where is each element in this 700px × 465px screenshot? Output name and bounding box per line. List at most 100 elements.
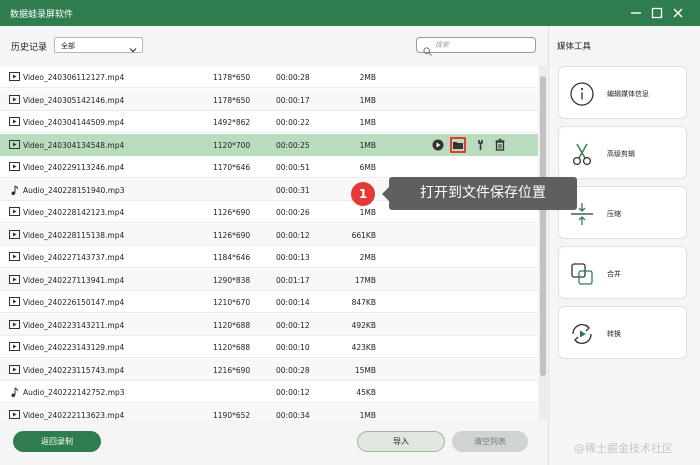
import-button[interactable]: 导入 bbox=[357, 431, 445, 452]
file-duration: 00:00:31 bbox=[276, 185, 310, 195]
file-duration: 00:00:26 bbox=[276, 208, 310, 217]
file-size: 1MB bbox=[359, 118, 376, 127]
file-duration: 00:00:12 bbox=[276, 320, 310, 330]
video-file-icon bbox=[9, 72, 20, 81]
tool-label: 合并 bbox=[607, 270, 621, 278]
file-row[interactable]: Video_240228115138.mp4 1126*690 00:00:12 66… bbox=[0, 223, 538, 246]
close-icon[interactable] bbox=[671, 6, 685, 20]
file-row[interactable]: Video_240304144509.mp4 1492*862 00:00:22 1M… bbox=[0, 111, 538, 133]
file-name: Video_240223115743.mp4 bbox=[23, 365, 125, 375]
file-name: Video_240223143129.mp4 bbox=[23, 343, 125, 352]
back-to-record-button[interactable]: 返回录制 bbox=[13, 431, 101, 452]
tool-advanced-cut[interactable]: 高级剪辑 bbox=[558, 126, 687, 179]
wrench-icon[interactable] bbox=[474, 137, 490, 153]
file-duration: 00:00:13 bbox=[276, 253, 310, 262]
tooltip-arrow bbox=[382, 187, 389, 201]
file-size: 1MB bbox=[359, 410, 376, 420]
file-row-selected[interactable]: Video_240304134548.mp4 1120*700 00:00:25 1M… bbox=[0, 133, 538, 156]
tool-label: 压缩 bbox=[607, 210, 621, 218]
tool-merge[interactable]: 合并 bbox=[558, 246, 687, 299]
scrollbar[interactable] bbox=[539, 66, 547, 420]
file-resolution: 1492*862 bbox=[213, 118, 251, 127]
file-duration: 00:00:28 bbox=[276, 365, 310, 375]
file-size: 6MB bbox=[359, 163, 376, 172]
file-duration: 00:01:17 bbox=[276, 275, 310, 285]
video-file-icon bbox=[9, 409, 20, 419]
search-box[interactable] bbox=[416, 37, 536, 56]
file-duration: 00:00:22 bbox=[276, 118, 310, 127]
file-duration: 00:00:51 bbox=[276, 163, 310, 172]
file-row[interactable]: Video_240305142146.mp4 1178*650 00:00:17 1M… bbox=[0, 88, 538, 111]
tooltip-text: 打开到文件保存位置 bbox=[389, 177, 577, 210]
row-actions bbox=[430, 136, 510, 153]
file-size: 423KB bbox=[351, 343, 376, 352]
file-name: Video_240227143737.mp4 bbox=[23, 253, 125, 262]
file-resolution: 1120*688 bbox=[213, 320, 251, 330]
file-row[interactable]: Video_240223115743.mp4 1216*690 00:00:28 15… bbox=[0, 358, 538, 381]
chevron-down-icon bbox=[128, 40, 138, 53]
file-resolution: 1216*690 bbox=[213, 365, 251, 375]
info-icon bbox=[567, 79, 597, 109]
file-duration: 00:00:14 bbox=[276, 298, 310, 307]
file-size: 1MB bbox=[359, 95, 376, 105]
file-name: Video_240228142123.mp4 bbox=[23, 208, 125, 217]
file-name: Video_240306112127.mp4 bbox=[23, 73, 125, 82]
file-row[interactable]: Audio_240222142752.mp3 00:00:12 45KB bbox=[0, 381, 538, 403]
file-name: Video_240229113246.mp4 bbox=[23, 163, 125, 172]
file-resolution: 1126*690 bbox=[213, 230, 251, 240]
step-badge: 1 bbox=[351, 182, 375, 206]
app-title: 数据蛙录屏软件 bbox=[10, 10, 74, 20]
file-duration: 00:00:34 bbox=[276, 410, 310, 420]
trash-icon[interactable] bbox=[492, 137, 508, 153]
file-row[interactable]: Video_240222113623.mp4 1190*652 00:00:34 1M… bbox=[0, 403, 538, 420]
file-duration: 00:00:17 bbox=[276, 95, 310, 105]
video-file-icon bbox=[9, 94, 20, 104]
file-list: Video_240306112127.mp4 1178*650 00:00:28 2M… bbox=[0, 66, 538, 420]
watermark: @稀土掘金技术社区 bbox=[574, 442, 673, 455]
file-size: 847KB bbox=[351, 298, 376, 307]
file-name: Video_240227113941.mp4 bbox=[23, 275, 125, 285]
merge-icon bbox=[567, 259, 597, 289]
video-file-icon bbox=[9, 319, 20, 329]
file-duration: 00:00:28 bbox=[276, 73, 310, 82]
tool-compress[interactable]: 压缩 bbox=[558, 186, 687, 239]
play-icon[interactable] bbox=[430, 137, 446, 153]
history-label: 历史记录 bbox=[11, 43, 48, 53]
video-file-icon bbox=[9, 297, 20, 306]
file-row[interactable]: Video_240227113941.mp4 1290*838 00:01:17 17… bbox=[0, 268, 538, 291]
tool-label: 编辑媒体信息 bbox=[607, 90, 649, 98]
file-resolution: 1190*652 bbox=[213, 410, 251, 420]
clear-list-button[interactable]: 清空列表 bbox=[452, 431, 528, 452]
file-row[interactable]: Video_240226150147.mp4 1210*670 00:00:14 84… bbox=[0, 291, 538, 313]
maximize-icon[interactable] bbox=[650, 6, 664, 20]
file-resolution: 1184*646 bbox=[213, 253, 251, 262]
open-folder-icon[interactable] bbox=[450, 136, 466, 153]
file-row[interactable]: Video_240227143737.mp4 1184*646 00:00:13 2M… bbox=[0, 246, 538, 268]
minimize-icon[interactable] bbox=[629, 6, 643, 20]
search-input[interactable] bbox=[435, 39, 531, 51]
file-size: 661KB bbox=[351, 230, 376, 240]
file-resolution: 1290*838 bbox=[213, 275, 251, 285]
file-row[interactable]: Video_240223143211.mp4 1120*688 00:00:12 49… bbox=[0, 313, 538, 336]
media-tools-panel: 媒体工具 编辑媒体信息 高级剪辑 压缩 合并 转换 bbox=[548, 26, 700, 465]
file-resolution: 1178*650 bbox=[213, 73, 251, 82]
file-resolution: 1120*700 bbox=[213, 140, 251, 150]
file-name: Video_240222113623.mp4 bbox=[23, 410, 125, 420]
file-row[interactable]: Video_240229113246.mp4 1170*646 00:00:51 6M… bbox=[0, 156, 538, 178]
tool-label: 高级剪辑 bbox=[607, 150, 635, 158]
file-duration: 00:00:25 bbox=[276, 140, 310, 150]
file-size: 2MB bbox=[359, 73, 376, 82]
filter-select[interactable]: 全部 bbox=[54, 37, 143, 53]
title-bar: 数据蛙录屏软件 bbox=[0, 0, 700, 26]
scrollbar-thumb[interactable] bbox=[540, 76, 546, 376]
file-row[interactable]: Video_240223143129.mp4 1120*688 00:00:10 42… bbox=[0, 336, 538, 358]
file-resolution: 1120*688 bbox=[213, 343, 251, 352]
tool-convert[interactable]: 转换 bbox=[558, 306, 687, 359]
tool-edit-media-info[interactable]: 编辑媒体信息 bbox=[558, 66, 687, 119]
file-row[interactable]: Video_240306112127.mp4 1178*650 00:00:28 2M… bbox=[0, 66, 538, 88]
search-icon bbox=[423, 41, 432, 56]
file-size: 45KB bbox=[356, 388, 376, 397]
file-resolution: 1170*646 bbox=[213, 163, 251, 172]
file-resolution: 1126*690 bbox=[213, 208, 251, 217]
video-file-icon bbox=[9, 364, 20, 374]
